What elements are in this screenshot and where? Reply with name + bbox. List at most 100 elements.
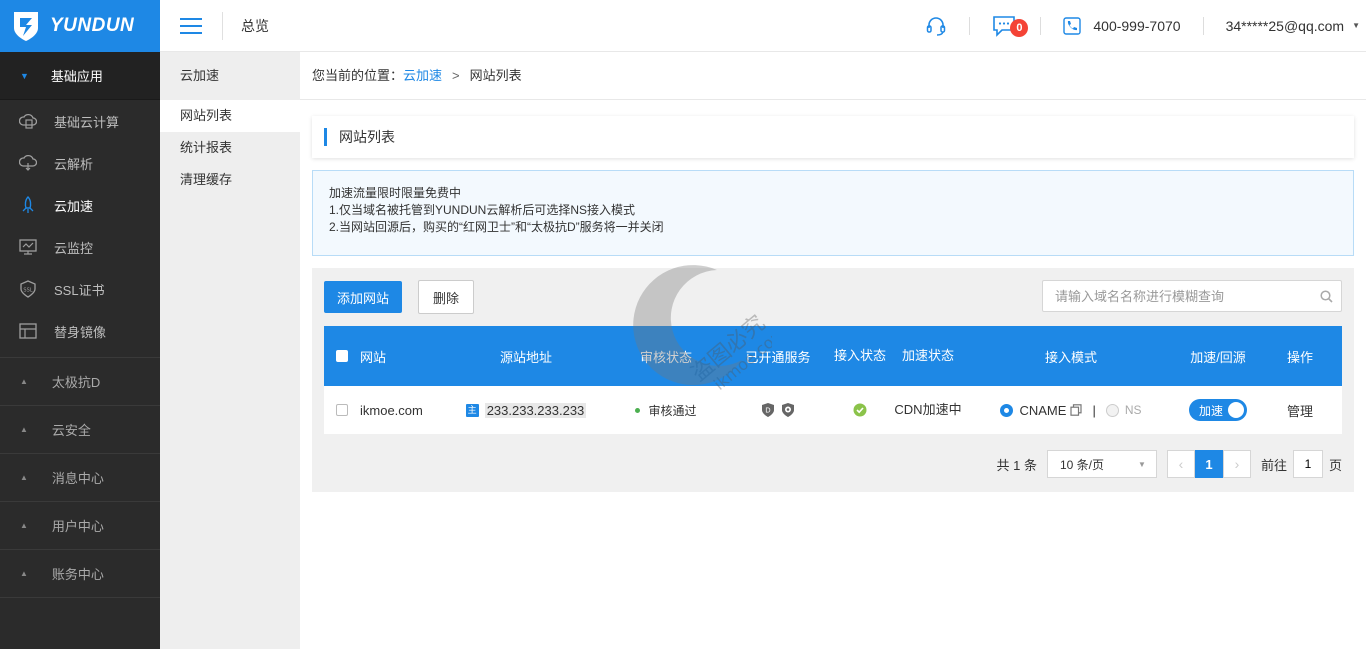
sidebar-item-cloud-compute[interactable]: 基础云计算 (0, 100, 160, 142)
sidebar-group-label: 消息中心 (51, 471, 104, 486)
sidebar-group-basic[interactable]: ▼ 基础应用 (0, 52, 160, 100)
services-cell: D (728, 402, 828, 418)
header-divider (222, 11, 223, 40)
section-header: 网站列表 (312, 116, 1354, 158)
ns-label: NS (1124, 403, 1142, 417)
sidebar-group-user[interactable]: ▲ 用户中心 (0, 502, 160, 550)
row-checkbox[interactable] (336, 404, 348, 416)
sidebar-item-label: 云加速 (54, 198, 94, 214)
page-number-button[interactable]: 1 (1194, 450, 1223, 478)
headset-icon[interactable] (925, 15, 947, 37)
sidebar-group-label: 太极抗D (51, 375, 101, 390)
header-access: 接入状态 (833, 348, 886, 363)
breadcrumb-link[interactable]: 云加速 (403, 68, 442, 83)
header-actions: 0 400-999-7070 34*****25@qq.com ▼ (925, 15, 1366, 37)
caret-up-icon: ▲ (20, 425, 28, 434)
site-list-panel: 添加网站 删除 网站 源站地址 审核状态 已开通服务 接入状态 加速状态 接入模… (312, 268, 1354, 492)
sidebar-group-label: 账务中心 (51, 567, 104, 582)
row-select-cell (324, 404, 360, 416)
sidebar-group-messages[interactable]: ▲ 消息中心 (0, 454, 160, 502)
header-separator (969, 16, 971, 35)
logo[interactable]: YUNDUN (0, 0, 160, 52)
header-source: 源站地址 (499, 349, 552, 365)
caret-down-icon: ▼ (1138, 459, 1146, 469)
search-icon[interactable] (1311, 289, 1341, 303)
taiji-shield-icon[interactable] (780, 402, 796, 418)
goto-page: 前往 页 (1261, 450, 1342, 478)
sidebar-item-cloud-accel[interactable]: 云加速 (0, 184, 160, 226)
page-size-select[interactable]: 10 条/页 ▼ (1046, 450, 1157, 478)
redweb-guard-shield-icon[interactable]: D (760, 402, 776, 418)
search-input[interactable] (1043, 281, 1311, 311)
sidebar-item-cloud-dns[interactable]: 云解析 (0, 142, 160, 184)
rocket-icon (18, 195, 38, 215)
select-all-checkbox[interactable] (336, 350, 348, 362)
main-content: 您当前的位置：云加速 > 网站列表 网站列表 加速流量限时限量免费中 1.仅当域名被… (300, 52, 1366, 649)
breadcrumb-separator: > (452, 68, 460, 83)
ns-radio[interactable] (1105, 403, 1119, 417)
ssl-icon: SSL (18, 279, 38, 299)
status-dot-icon (635, 407, 641, 413)
header-accel: 加速状态 (901, 348, 954, 363)
breadcrumb-prefix: 您当前的位置： (312, 68, 404, 83)
caret-down-icon: ▼ (1352, 21, 1360, 30)
audit-cell: 审核通过 (604, 402, 728, 419)
total-count: 共 1 条 (996, 457, 1037, 473)
select-all-cell (324, 350, 360, 362)
site-domain: ikmoe.com (360, 402, 423, 418)
cname-label: CNAME (1019, 402, 1067, 418)
header-site: 网站 (360, 349, 387, 365)
phone-number: 400-999-7070 (1093, 17, 1181, 34)
sidebar-item-mirror[interactable]: 替身镜像 (0, 310, 160, 352)
cloud-dns-icon (18, 153, 38, 173)
source-ip: 233.233.233.233 (484, 402, 587, 418)
message-button[interactable]: 0 (992, 15, 1029, 37)
sidebar-item-cloud-monitor[interactable]: 云监控 (0, 226, 160, 268)
breadcrumb-current: 网站列表 (469, 68, 522, 83)
caret-down-icon: ▼ (20, 70, 29, 81)
search-box (1042, 280, 1342, 312)
next-page-button[interactable]: › (1222, 450, 1251, 478)
yundun-shield-icon (14, 12, 38, 41)
monitor-icon (18, 237, 38, 257)
prev-page-button[interactable]: ‹ (1166, 450, 1195, 478)
sidebar-group-billing[interactable]: ▲ 账务中心 (0, 550, 160, 598)
pagination: 共 1 条 10 条/页 ▼ ‹ 1 › 前往 页 (312, 450, 1342, 478)
sidebar-item-label: 云监控 (54, 240, 94, 256)
cname-radio[interactable] (1000, 403, 1014, 417)
goto-page-input[interactable] (1292, 450, 1323, 478)
copy-icon[interactable] (1070, 404, 1083, 416)
subnav-item-reports[interactable]: 统计报表 (160, 132, 300, 164)
menu-toggle-icon[interactable] (180, 17, 202, 34)
top-header: 总览 0 400-999-7070 34*****25@qq.com ▼ (160, 0, 1366, 52)
manage-link[interactable]: 管理 (1258, 401, 1342, 420)
sidebar-item-label: 云解析 (54, 156, 94, 172)
sidebar-item-ssl[interactable]: SSL SSL证书 (0, 268, 160, 310)
notice-line: 1.仅当域名被托管到YUNDUN云解析后可选择NS接入模式 (329, 203, 636, 217)
add-site-button[interactable]: 添加网站 (324, 281, 402, 313)
access-status-cell (828, 403, 892, 417)
accel-toggle[interactable]: 加速 (1189, 399, 1247, 421)
header-services: 已开通服务 (745, 349, 811, 365)
header-title[interactable]: 总览 (241, 16, 269, 36)
accel-status: CDN加速中 (894, 402, 962, 417)
sidebar-item-label: 基础云计算 (54, 114, 120, 130)
message-count-badge: 0 (1010, 18, 1029, 37)
mirror-icon (18, 321, 38, 341)
sidebar-group-label: 基础应用 (50, 69, 103, 84)
toggle-label: 加速 (1199, 403, 1224, 418)
toggle-knob (1228, 402, 1244, 418)
subnav-item-site-list[interactable]: 网站列表 (160, 100, 300, 132)
user-menu[interactable]: 34*****25@qq.com ▼ (1226, 18, 1360, 34)
site-table: 网站 源站地址 审核状态 已开通服务 接入状态 加速状态 接入模式 加速/回源 … (324, 326, 1342, 434)
svg-text:D: D (765, 407, 770, 415)
cloud-compute-icon (18, 111, 38, 131)
brand-name: YUNDUN (50, 15, 135, 36)
delete-button[interactable]: 删除 (418, 280, 474, 314)
svg-text:SSL: SSL (23, 288, 32, 294)
subnav-item-clear-cache[interactable]: 清理缓存 (160, 164, 300, 196)
sidebar-group-security[interactable]: ▲ 云安全 (0, 406, 160, 454)
main-sidebar: YUNDUN ▼ 基础应用 基础云计算 云解析 云加速 云监控 SSL SSL证… (0, 0, 160, 649)
access-mode-cell: CNAME | NS (964, 403, 1178, 418)
sidebar-group-taiji[interactable]: ▲ 太极抗D (0, 358, 160, 406)
